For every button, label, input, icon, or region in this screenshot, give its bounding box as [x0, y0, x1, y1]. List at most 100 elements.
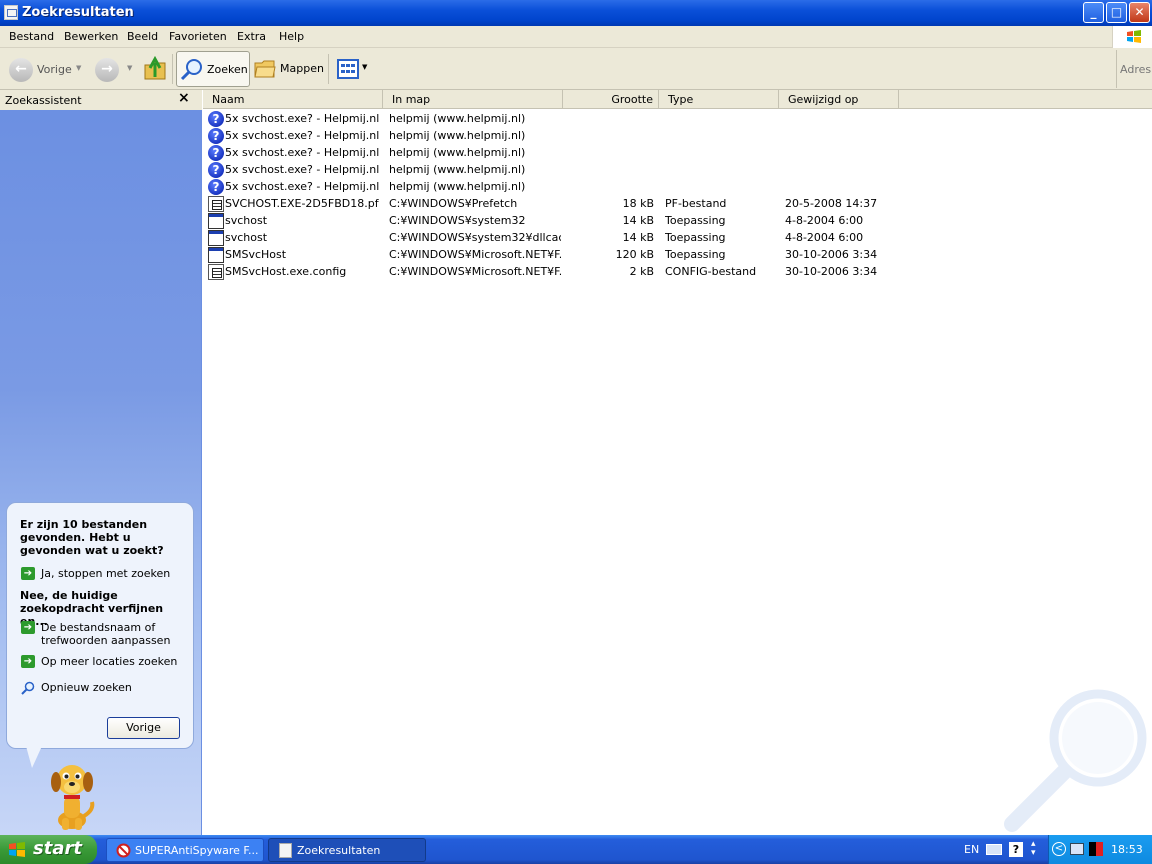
- file-folder: helpmij (www.helpmij.nl): [389, 112, 526, 125]
- file-size: 120 kB: [615, 248, 654, 261]
- results-found-text: Er zijn 10 bestanden gevonden. Hebt u ge…: [20, 518, 164, 557]
- menu-favorieten[interactable]: Favorieten: [169, 30, 227, 43]
- list-item[interactable]: ? 5x svchost.exe? - Helpmij.nl F... help…: [203, 178, 903, 195]
- menu-beeld[interactable]: Beeld: [127, 30, 158, 43]
- maximize-button[interactable]: □: [1106, 2, 1127, 23]
- file-folder: C:¥WINDOWS¥Microsoft.NET¥F...: [389, 265, 561, 278]
- file-name: 5x svchost.exe? - Helpmij.nl F...: [225, 180, 383, 193]
- file-type: Toepassing: [665, 231, 726, 244]
- more-locations-link[interactable]: Op meer locaties zoeken: [41, 655, 191, 668]
- search-dog-icon[interactable]: [48, 758, 100, 832]
- column-size[interactable]: Grootte: [563, 90, 659, 108]
- menu-bestand[interactable]: Bestand: [9, 30, 54, 43]
- views-dropdown-icon: ▼: [362, 63, 368, 71]
- clock[interactable]: 18:53: [1111, 843, 1143, 856]
- taskbar-item-label: Zoekresultaten: [297, 844, 381, 857]
- back-arrow-icon[interactable]: ←: [9, 58, 33, 82]
- file-folder: helpmij (www.helpmij.nl): [389, 163, 526, 176]
- file-name: 5x svchost.exe? - Helpmij.nl F...: [225, 129, 383, 142]
- magnifier-icon: [21, 681, 35, 695]
- list-item[interactable]: ? 5x svchost.exe? - Helpmij.nl F... help…: [203, 127, 903, 144]
- taskbar-item-superantispyware[interactable]: SUPERAntiSpyware F...: [106, 838, 264, 862]
- security-icon[interactable]: [1089, 842, 1103, 856]
- title-bar[interactable]: Zoekresultaten _ □ ✕: [0, 0, 1152, 26]
- network-icon[interactable]: [1070, 843, 1084, 855]
- exe-icon: [208, 213, 224, 229]
- column-name[interactable]: Naam: [203, 90, 383, 108]
- column-header: Naam In map Grootte Type Gewijzigd op: [203, 90, 1152, 109]
- file-name: 5x svchost.exe? - Helpmij.nl F...: [225, 146, 383, 159]
- pf-file-icon: [208, 196, 224, 212]
- list-item[interactable]: ? 5x svchost.exe? - Helpmij.nl F... help…: [203, 144, 903, 161]
- start-button[interactable]: start: [0, 835, 97, 864]
- file-size: 14 kB: [622, 214, 654, 227]
- file-type: CONFIG-bestand: [665, 265, 757, 278]
- file-type: Toepassing: [665, 214, 726, 227]
- green-arrow-icon: ➔: [21, 621, 35, 634]
- window-title: Zoekresultaten: [22, 5, 134, 20]
- list-item[interactable]: SMSvcHost C:¥WINDOWS¥Microsoft.NET¥F... …: [203, 246, 903, 263]
- views-button[interactable]: ▼: [336, 57, 370, 81]
- column-folder[interactable]: In map: [383, 90, 563, 108]
- menu-bewerken[interactable]: Bewerken: [64, 30, 118, 43]
- show-hidden-icons[interactable]: <: [1052, 842, 1066, 856]
- file-folder: C:¥WINDOWS¥system32: [389, 214, 526, 227]
- column-type[interactable]: Type: [659, 90, 779, 108]
- stop-search-link[interactable]: Ja, stoppen met zoeken: [41, 567, 191, 580]
- column-modified[interactable]: Gewijzigd op: [779, 90, 899, 108]
- file-name: svchost: [225, 214, 268, 227]
- keyboard-icon[interactable]: [986, 844, 1002, 855]
- close-button[interactable]: ✕: [1129, 2, 1150, 23]
- menu-help[interactable]: Help: [279, 30, 304, 43]
- search-companion-header: Zoekassistent ×: [0, 90, 202, 110]
- forward-dropdown-icon[interactable]: ▼: [127, 64, 132, 72]
- change-filename-link[interactable]: De bestandsnaam of trefwoorden aanpassen: [41, 621, 191, 647]
- language-indicator[interactable]: EN: [964, 843, 979, 856]
- help-icon: ?: [208, 179, 224, 195]
- file-modified: 30-10-2006 3:34: [785, 265, 878, 278]
- list-item[interactable]: SMSvcHost.exe.config C:¥WINDOWS¥Microsof…: [203, 263, 903, 280]
- list-item[interactable]: svchost C:¥WINDOWS¥system32 14 kB Toepas…: [203, 212, 903, 229]
- file-modified: 30-10-2006 3:34: [785, 248, 878, 261]
- start-label: start: [33, 838, 82, 859]
- file-name: svchost: [225, 231, 268, 244]
- search-window-icon: [279, 843, 292, 858]
- file-folder: C:¥WINDOWS¥Prefetch: [389, 197, 518, 210]
- file-size: 2 kB: [629, 265, 654, 278]
- back-label[interactable]: Vorige: [37, 63, 72, 76]
- taskbar-item-label: SUPERAntiSpyware F...: [135, 844, 259, 857]
- search-button[interactable]: Zoeken: [176, 51, 250, 87]
- help-icon: ?: [208, 128, 224, 144]
- file-name: SMSvcHost.exe.config: [225, 265, 347, 278]
- menu-extra[interactable]: Extra: [237, 30, 266, 43]
- back-button[interactable]: Vorige: [107, 717, 180, 739]
- search-companion-title: Zoekassistent: [5, 94, 82, 107]
- config-file-icon: [208, 264, 224, 280]
- balloon-tail: [26, 746, 42, 768]
- file-name: SVCHOST.EXE-2D5FBD18.pf: [225, 197, 379, 210]
- list-item[interactable]: svchost C:¥WINDOWS¥system32¥dllcache 14 …: [203, 229, 903, 246]
- file-folder: helpmij (www.helpmij.nl): [389, 129, 526, 142]
- taskbar-item-zoekresultaten[interactable]: Zoekresultaten: [268, 838, 426, 862]
- close-pane-icon[interactable]: ×: [178, 90, 190, 106]
- list-item[interactable]: ? 5x svchost.exe? - Helpmij.nl F... help…: [203, 161, 903, 178]
- file-type: Toepassing: [665, 248, 726, 261]
- minimize-button[interactable]: _: [1083, 2, 1104, 23]
- back-dropdown-icon[interactable]: ▼: [76, 64, 81, 72]
- file-name: SMSvcHost: [225, 248, 287, 261]
- list-item[interactable]: SVCHOST.EXE-2D5FBD18.pf C:¥WINDOWS¥Prefe…: [203, 195, 903, 212]
- forward-arrow-icon[interactable]: →: [95, 58, 119, 82]
- help-icon[interactable]: ?: [1009, 842, 1023, 857]
- toolbar-expander-icon[interactable]: ▴ ▾: [1031, 840, 1036, 858]
- folders-button[interactable]: Mappen: [253, 53, 324, 85]
- file-modified: 20-5-2008 14:37: [785, 197, 878, 210]
- file-folder: C:¥WINDOWS¥system32¥dllcache: [389, 231, 561, 244]
- new-search-link[interactable]: Opnieuw zoeken: [41, 681, 191, 694]
- file-modified: 4-8-2004 6:00: [785, 231, 864, 244]
- list-item[interactable]: ? 5x svchost.exe? - Helpmij.nl F... help…: [203, 110, 903, 127]
- up-folder-icon[interactable]: [143, 55, 167, 81]
- green-arrow-icon: ➔: [21, 567, 35, 580]
- help-icon: ?: [208, 111, 224, 127]
- address-bar[interactable]: Adres: [1116, 50, 1152, 88]
- search-companion-balloon: Er zijn 10 bestanden gevonden. Hebt u ge…: [6, 502, 194, 749]
